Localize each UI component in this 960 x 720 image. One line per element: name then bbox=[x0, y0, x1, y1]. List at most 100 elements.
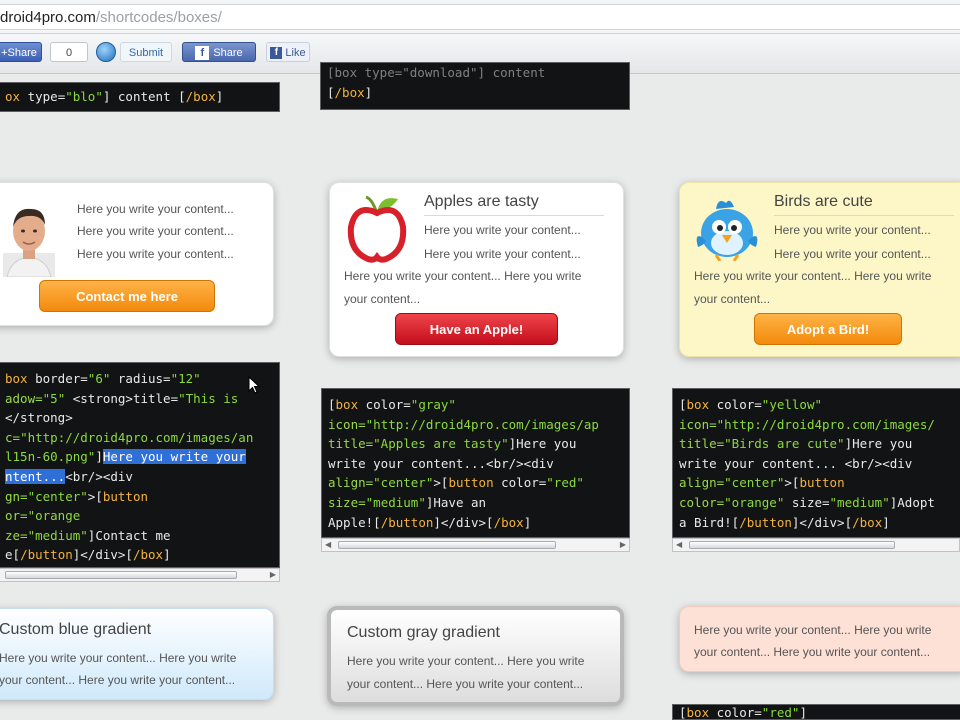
code-token: color= bbox=[709, 397, 762, 412]
code-token: align= bbox=[328, 475, 374, 491]
code-token: >[ bbox=[784, 475, 800, 491]
adopt-a-bird-button[interactable]: Adopt a Bird! bbox=[754, 313, 902, 345]
code-token: size= bbox=[328, 494, 366, 510]
code-token: align= bbox=[679, 475, 725, 491]
code-token: ]Have an bbox=[425, 494, 487, 510]
code-token: border= bbox=[27, 371, 88, 386]
box-text-line: Here you write your content... Here you … bbox=[0, 651, 237, 665]
code-line: icon="http://droid4pro.com/images/ bbox=[679, 415, 957, 435]
title-divider bbox=[774, 215, 954, 216]
facebook-icon: f bbox=[195, 46, 210, 60]
code-token: l15n-60.png" bbox=[5, 449, 96, 465]
box-text-line: your content... bbox=[344, 292, 421, 306]
url-field[interactable]: droid4pro.com/shortcodes/boxes/ bbox=[0, 4, 960, 30]
code-token: or= bbox=[5, 508, 28, 524]
url-path: /shortcodes/boxes/ bbox=[95, 9, 222, 26]
scroll-left-arrow-icon[interactable]: ◀ bbox=[676, 540, 682, 549]
horizontal-scrollbar[interactable]: ◀ ▶ bbox=[321, 538, 630, 552]
code-token: ] bbox=[799, 705, 807, 720]
code-token: "Birds are cute" bbox=[724, 436, 845, 452]
code-token: ox bbox=[5, 89, 21, 104]
code-line: [box type="download"] content bbox=[327, 65, 546, 80]
code-token: color= bbox=[709, 705, 762, 720]
contact-me-button[interactable]: Contact me here bbox=[39, 280, 215, 312]
code-token: button bbox=[102, 488, 149, 504]
code-token: <strong>title= bbox=[65, 390, 179, 406]
code-line: size="medium"]Have an bbox=[328, 493, 623, 513]
scrollbar-thumb[interactable] bbox=[338, 541, 556, 549]
code-snippet-top-middle[interactable]: [box type="download"] content [/box] bbox=[320, 62, 630, 110]
box-text-line: your content... Here you write your cont… bbox=[694, 645, 931, 659]
code-line: align="center">[button bbox=[679, 473, 957, 493]
code-token: title= bbox=[328, 436, 374, 452]
horizontal-scrollbar[interactable]: ◀ bbox=[672, 538, 960, 552]
code-token: ] bbox=[163, 547, 171, 563]
code-token: ]</div>[ bbox=[791, 514, 853, 530]
code-token: box bbox=[335, 397, 359, 412]
code-line: or="orange bbox=[5, 506, 273, 526]
content-box-person: Here you write your content... Here you … bbox=[0, 182, 274, 326]
code-token: write your content... <br/><div bbox=[679, 455, 913, 471]
share-button[interactable]: +Share bbox=[0, 42, 42, 62]
code-token: "gray" bbox=[410, 397, 456, 412]
code-line: align="center">[button color="red" bbox=[328, 473, 623, 493]
stumbleupon-icon[interactable] bbox=[96, 42, 116, 62]
scroll-right-arrow-icon[interactable]: ▶ bbox=[270, 570, 276, 579]
facebook-like-button[interactable]: f Like bbox=[266, 42, 310, 62]
box-title: Custom gray gradient bbox=[347, 624, 500, 641]
horizontal-scrollbar[interactable]: ▶ bbox=[0, 568, 280, 582]
scroll-right-arrow-icon[interactable]: ▶ bbox=[620, 540, 626, 549]
box-text-line: Here you write your content... Here you … bbox=[694, 623, 932, 637]
code-token: "orange bbox=[27, 508, 81, 524]
box-title: Apples are tasty bbox=[424, 193, 539, 210]
code-token: size= bbox=[784, 494, 830, 510]
code-token: icon= bbox=[328, 416, 366, 432]
content-box-pink: Here you write your content... Here you … bbox=[679, 606, 960, 672]
code-token: /button bbox=[739, 514, 792, 530]
share-count: 0 bbox=[50, 42, 88, 62]
code-line: a Bird![/button]</div>[/box] bbox=[679, 513, 957, 533]
code-token: button bbox=[448, 475, 494, 491]
code-token: ]Contact me bbox=[87, 527, 171, 543]
avatar bbox=[3, 201, 55, 278]
code-token: radius= bbox=[110, 371, 171, 386]
code-snippet-apple-box[interactable]: [box color="gray" icon="http://droid4pro.… bbox=[321, 388, 630, 538]
scrollbar-thumb[interactable] bbox=[689, 541, 895, 549]
have-an-apple-button[interactable]: Have an Apple! bbox=[395, 313, 558, 345]
code-line: c="http://droid4pro.com/images/an bbox=[5, 428, 273, 448]
scroll-left-arrow-icon[interactable]: ◀ bbox=[325, 540, 331, 549]
code-snippet-bottom-right[interactable]: [box color="red"] bbox=[672, 704, 960, 720]
code-token: button bbox=[799, 475, 845, 491]
code-line: e[/button]</div>[/box] bbox=[5, 545, 273, 565]
bird-icon bbox=[694, 197, 760, 262]
code-token: "yellow" bbox=[761, 397, 823, 412]
facebook-share-button[interactable]: f Share bbox=[182, 42, 256, 62]
code-line: [box color="yellow" bbox=[679, 395, 957, 415]
code-token: "This is bbox=[178, 390, 239, 406]
code-token: ]</div>[ bbox=[433, 514, 494, 530]
code-token: color= bbox=[358, 397, 411, 412]
code-token: Apple![ bbox=[328, 514, 381, 530]
code-token: box bbox=[5, 371, 28, 386]
code-token: ] bbox=[882, 514, 890, 530]
scrollbar-thumb[interactable] bbox=[5, 571, 237, 579]
code-token: box bbox=[686, 397, 710, 412]
code-token: "center" bbox=[724, 475, 785, 491]
code-snippet-person-box[interactable]: box border="6" radius="12" adow="5" <stro… bbox=[0, 362, 280, 568]
code-token: ] bbox=[95, 449, 103, 465]
code-snippet-top-left[interactable]: ox type="blo"] content [/box] bbox=[0, 82, 280, 112]
code-snippet-bird-box[interactable]: [box color="yellow" icon="http://droid4pr… bbox=[672, 388, 960, 538]
code-token: icon= bbox=[679, 416, 717, 432]
code-token: adow= bbox=[5, 390, 43, 406]
code-token: <br/><div bbox=[65, 468, 133, 484]
box-text-line: Here you write your content... Here you … bbox=[344, 269, 582, 283]
facebook-share-label: Share bbox=[213, 47, 243, 59]
code-line: [/box] bbox=[327, 83, 623, 103]
code-line: color="orange" size="medium"]Adopt bbox=[679, 493, 957, 513]
code-token: [ bbox=[328, 397, 336, 412]
box-text-line: your content... bbox=[694, 292, 771, 306]
content-box-bird: Birds are cute Here you write your conte… bbox=[679, 182, 960, 357]
submit-button[interactable]: Submit bbox=[120, 42, 172, 62]
code-line: ntent...<br/><div bbox=[5, 467, 273, 487]
code-token: "center" bbox=[27, 488, 88, 504]
